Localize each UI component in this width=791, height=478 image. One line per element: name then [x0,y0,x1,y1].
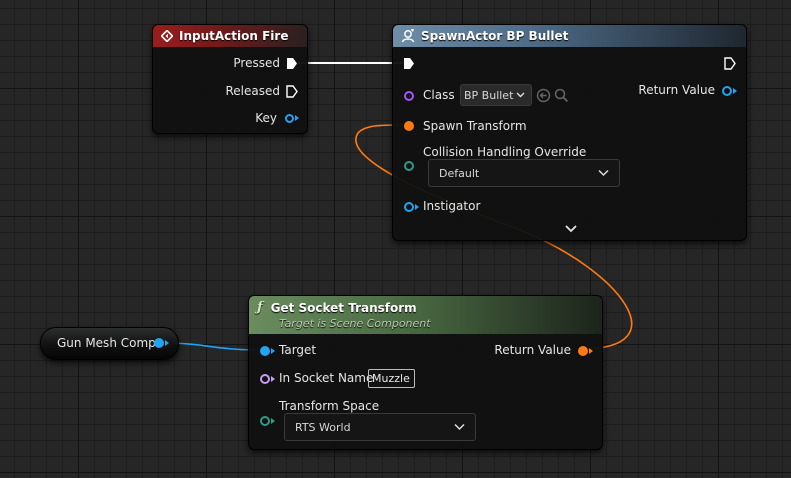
gun-mesh-comp-label: Gun Mesh Comp [57,336,156,350]
browse-search-icon[interactable] [554,88,569,103]
gun-mesh-comp-node[interactable]: Gun Mesh Comp [40,327,179,360]
expand-advanced-chevron-icon[interactable] [565,225,577,233]
target-pin[interactable] [260,346,270,356]
released-label: Released [225,84,280,98]
socket-name-value: Muzzle [372,372,410,385]
class-label: Class [423,88,455,102]
class-dropdown-value: BP Bullet [464,88,514,102]
chevron-down-icon [516,92,525,98]
input-action-title: InputAction Fire [179,29,289,43]
socket-return-label: Return Value [494,343,571,357]
key-label: Key [255,111,277,125]
class-pin[interactable] [404,91,414,101]
transform-space-pin[interactable] [260,416,270,426]
use-selected-asset-icon[interactable] [536,88,551,103]
socket-name-arrow-icon [271,376,275,382]
transform-space-arrow-icon [271,418,275,424]
socket-name-pin[interactable] [260,374,270,384]
spawn-actor-node[interactable]: SpawnActor BP Bullet Class BP Bullet Ret… [392,24,747,241]
collision-pin[interactable] [404,161,414,171]
socket-name-label: In Socket Name [279,371,374,385]
chevron-down-icon [454,423,465,431]
spawn-transform-pin[interactable] [404,121,414,131]
key-pin-arrow-icon [295,115,299,121]
key-pin[interactable] [285,114,294,123]
spawn-actor-title: SpawnActor BP Bullet [421,29,569,43]
collision-dropdown-value: Default [439,166,480,180]
input-action-header[interactable]: InputAction Fire [153,25,307,47]
spawn-actor-icon [401,29,415,43]
get-socket-header[interactable]: ƒ Get Socket Transform Target is Scene C… [249,296,602,334]
collision-dropdown[interactable]: Default [428,159,620,187]
instigator-label: Instigator [423,199,481,213]
gun-mesh-comp-pin[interactable] [154,338,164,348]
socket-name-input[interactable]: Muzzle [368,369,415,388]
spawn-transform-label: Spawn Transform [423,119,527,133]
get-socket-title: Get Socket Transform [270,300,417,315]
diamond-event-icon [161,30,173,42]
function-f-icon: ƒ [257,300,263,315]
pressed-exec-pin[interactable] [286,57,298,70]
released-exec-pin[interactable] [286,85,298,98]
class-dropdown[interactable]: BP Bullet [460,84,532,106]
get-socket-transform-node[interactable]: ƒ Get Socket Transform Target is Scene C… [248,295,603,450]
spawn-actor-header[interactable]: SpawnActor BP Bullet [393,25,746,47]
spawn-return-pin[interactable] [722,86,732,96]
transform-space-dropdown[interactable]: RTS World [284,413,476,441]
instigator-pin[interactable] [404,202,414,212]
socket-return-arrow-icon [589,348,593,354]
input-action-node[interactable]: InputAction Fire Pressed Released Key [152,24,308,134]
target-label: Target [279,343,317,357]
spawn-return-arrow-icon [733,88,737,94]
gun-mesh-comp-arrow-icon [165,340,169,346]
chevron-down-icon [598,169,609,177]
transform-space-value: RTS World [295,420,351,434]
spawn-return-label: Return Value [638,83,715,97]
pressed-label: Pressed [233,56,280,70]
target-arrow-icon [271,348,275,354]
get-socket-subtitle: Target is Scene Component [279,317,431,330]
socket-return-pin[interactable] [578,346,588,356]
exec-out-pin[interactable] [724,57,736,70]
exec-in-pin[interactable] [403,57,415,70]
collision-label: Collision Handling Override [423,145,587,159]
transform-space-label: Transform Space [279,399,380,413]
instigator-arrow-icon [415,204,419,210]
